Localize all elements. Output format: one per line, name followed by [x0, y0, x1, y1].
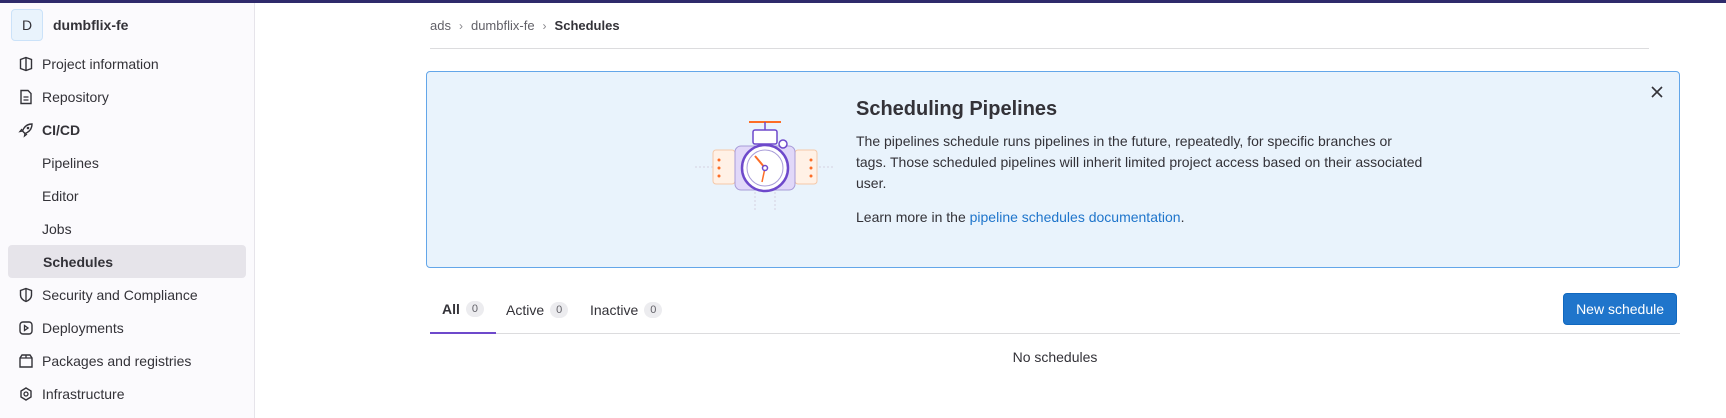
project-name: dumbflix-fe	[53, 17, 129, 33]
stopwatch-pipe-illustration	[695, 121, 835, 212]
learn-more-prefix: Learn more in the	[856, 209, 970, 225]
sidebar-nav: Project information Repository CI/CD Pip…	[0, 47, 254, 410]
count-badge: 0	[550, 302, 569, 318]
chevron-right-icon: ›	[542, 18, 547, 33]
tab-all[interactable]: All 0	[430, 286, 497, 334]
document-icon	[18, 89, 34, 105]
breadcrumb-item-group[interactable]: ads	[430, 18, 451, 33]
tab-label: All	[442, 301, 460, 317]
sidebar-subitem-pipelines[interactable]: Pipelines	[0, 146, 254, 179]
sidebar-subitem-jobs[interactable]: Jobs	[0, 212, 254, 245]
breadcrumb-item-current[interactable]: Schedules	[555, 18, 620, 33]
pipeline-schedules-docs-link[interactable]: pipeline schedules documentation	[970, 209, 1181, 225]
banner-title: Scheduling Pipelines	[856, 98, 1058, 120]
sidebar-item-label: Security and Compliance	[42, 286, 198, 303]
banner-description: The pipelines schedule runs pipelines in…	[856, 133, 1423, 191]
sidebar-item-label: Editor	[42, 187, 79, 204]
sidebar-item-label: Project information	[42, 55, 159, 72]
sidebar-item-label: Packages and registries	[42, 352, 192, 369]
breadcrumb: ads › dumbflix-fe › Schedules	[430, 3, 1649, 49]
schedule-tabs: All 0 Active 0 Inactive 0 New schedule	[430, 286, 1680, 334]
sidebar-item-deployments[interactable]: Deployments	[0, 311, 254, 344]
learn-more-suffix: .	[1180, 209, 1185, 225]
deployments-icon	[18, 320, 34, 336]
sidebar-subitem-schedules[interactable]: Schedules	[8, 245, 246, 278]
tab-label: Active	[506, 302, 545, 318]
sidebar-item-label: Repository	[42, 88, 109, 105]
banner-learn-more: Learn more in the pipeline schedules doc…	[856, 209, 1426, 225]
breadcrumb-item-project[interactable]: dumbflix-fe	[471, 18, 535, 33]
banner-text: Scheduling Pipelines The pipelines sched…	[856, 98, 1426, 225]
sidebar-item-label: Jobs	[42, 220, 72, 237]
count-badge: 0	[644, 302, 663, 318]
rocket-icon	[18, 122, 34, 138]
project-header[interactable]: D dumbflix-fe	[0, 3, 254, 47]
project-avatar: D	[11, 9, 43, 41]
new-schedule-button[interactable]: New schedule	[1563, 293, 1677, 325]
close-icon[interactable]	[1647, 82, 1667, 102]
sidebar-item-label: Pipelines	[42, 154, 99, 171]
sidebar: D dumbflix-fe Project information Reposi…	[0, 3, 255, 418]
tab-active[interactable]: Active 0	[494, 286, 580, 334]
sidebar-item-infrastructure[interactable]: Infrastructure	[0, 377, 254, 410]
sidebar-item-security[interactable]: Security and Compliance	[0, 278, 254, 311]
package-icon	[18, 353, 34, 369]
sidebar-item-repository[interactable]: Repository	[0, 80, 254, 113]
sidebar-item-label: Schedules	[43, 253, 114, 270]
sidebar-item-label: Deployments	[42, 319, 124, 336]
shield-icon	[18, 287, 34, 303]
empty-state-text: No schedules	[1012, 349, 1098, 365]
sidebar-item-project-information[interactable]: Project information	[0, 47, 254, 80]
sidebar-item-label: Infrastructure	[42, 385, 125, 402]
sidebar-item-label: CI/CD	[42, 121, 81, 138]
project-info-icon	[18, 56, 34, 72]
infrastructure-icon	[18, 386, 34, 402]
main-content: ads › dumbflix-fe › Schedules Scheduling…	[426, 3, 1680, 365]
chevron-right-icon: ›	[458, 18, 463, 33]
sidebar-item-cicd[interactable]: CI/CD	[0, 113, 254, 146]
scheduling-pipelines-banner: Scheduling Pipelines The pipelines sched…	[426, 71, 1680, 268]
count-badge: 0	[465, 301, 485, 317]
sidebar-subitem-editor[interactable]: Editor	[0, 179, 254, 212]
tab-label: Inactive	[590, 302, 639, 318]
sidebar-item-packages[interactable]: Packages and registries	[0, 344, 254, 377]
tab-inactive[interactable]: Inactive 0	[578, 286, 674, 334]
